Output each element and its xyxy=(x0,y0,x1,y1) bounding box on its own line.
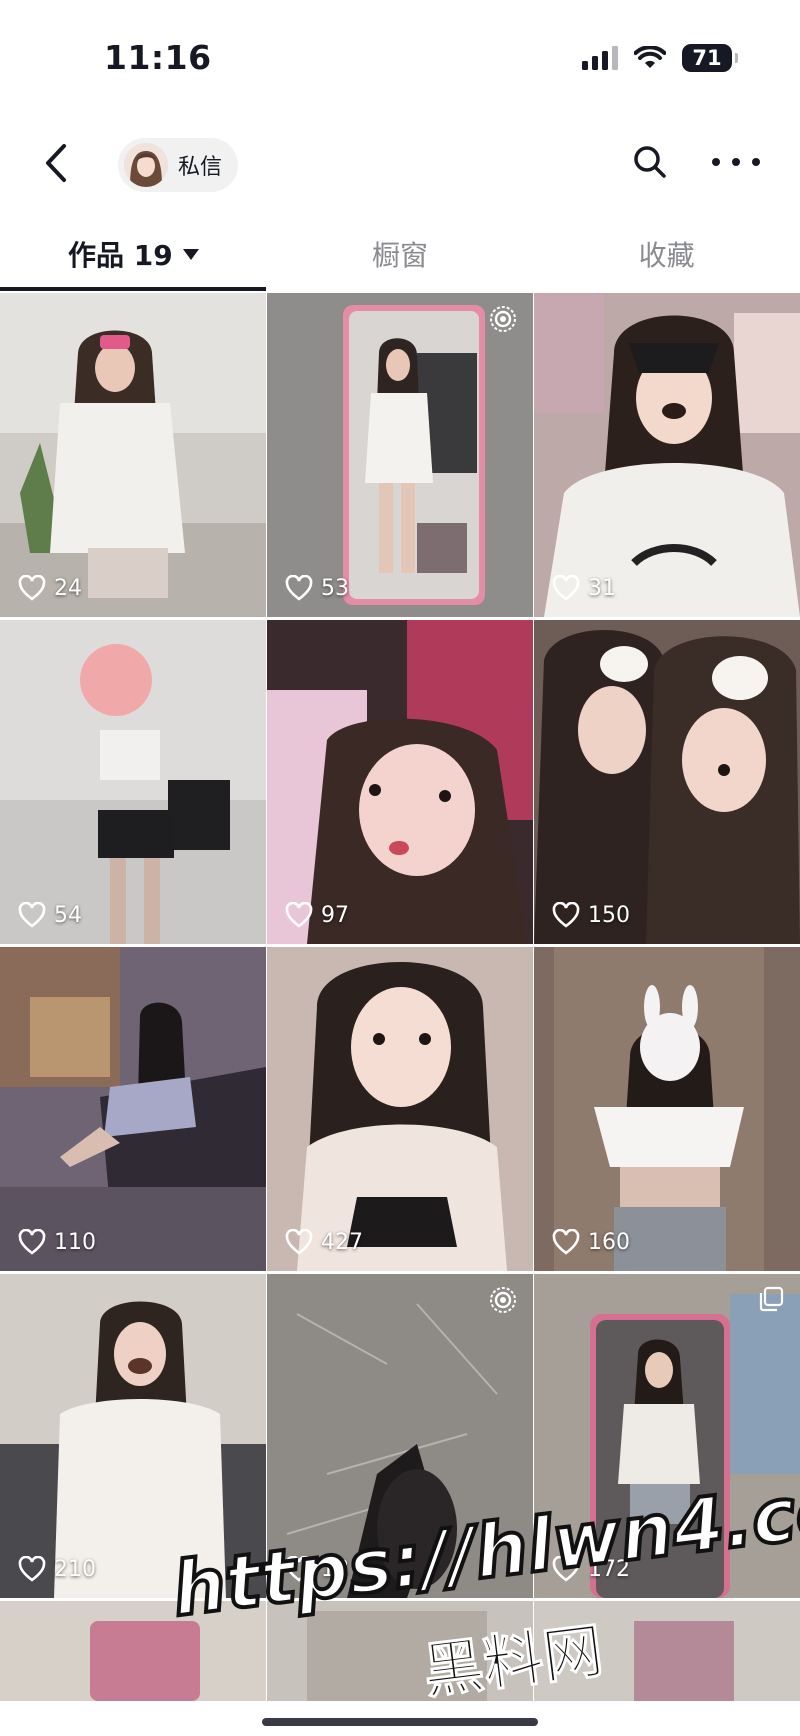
video-thumbnail[interactable]: 24 xyxy=(0,293,266,617)
search-button[interactable] xyxy=(630,142,670,182)
profile-header: 私信 xyxy=(0,118,800,214)
battery-icon: 71 xyxy=(682,44,738,72)
status-time: 11:16 xyxy=(104,38,212,77)
search-icon xyxy=(634,146,666,178)
tab-showcase[interactable]: 橱窗 xyxy=(267,214,534,294)
like-count: 53 xyxy=(285,575,349,601)
like-count: 427 xyxy=(285,1229,363,1255)
battery-level: 71 xyxy=(692,46,722,70)
video-thumbnail[interactable]: 53 xyxy=(267,293,533,617)
like-count: 24 xyxy=(18,575,82,601)
tab-works-label: 作品 19 xyxy=(67,239,173,272)
heart-icon xyxy=(285,902,313,928)
wifi-icon xyxy=(634,46,666,68)
video-cover-image xyxy=(267,620,533,944)
like-count: 150 xyxy=(552,902,630,928)
heart-icon xyxy=(18,1229,46,1255)
heart-icon xyxy=(552,902,580,928)
video-cover-image xyxy=(534,620,800,944)
multi-image-icon xyxy=(759,1286,784,1312)
status-icons: 71 xyxy=(582,42,738,74)
like-count: 31 xyxy=(552,575,616,601)
video-cover-image xyxy=(0,947,266,1271)
video-cover-image xyxy=(0,293,266,617)
avatar xyxy=(124,143,168,187)
more-icon xyxy=(712,158,720,166)
heart-icon xyxy=(285,1229,313,1255)
heart-icon xyxy=(18,902,46,928)
like-count: 54 xyxy=(18,902,82,928)
heart-icon xyxy=(552,1229,580,1255)
live-icon xyxy=(490,1287,516,1313)
video-thumbnail[interactable]: 54 xyxy=(0,620,266,944)
home-indicator xyxy=(262,1718,538,1726)
like-count: 97 xyxy=(285,902,349,928)
message-button[interactable]: 私信 xyxy=(118,138,239,192)
video-cover-image xyxy=(534,947,800,1271)
heart-icon xyxy=(18,575,46,601)
tab-favorites[interactable]: 收藏 xyxy=(533,214,800,294)
tab-showcase-label: 橱窗 xyxy=(372,239,429,272)
heart-icon xyxy=(18,1556,46,1582)
video-thumbnail[interactable]: 31 xyxy=(534,293,800,617)
status-bar: 11:16 71 xyxy=(0,0,800,118)
video-cover-image xyxy=(534,293,800,617)
back-button[interactable] xyxy=(36,138,76,188)
live-icon xyxy=(490,306,516,332)
video-thumbnail[interactable]: 97 xyxy=(267,620,533,944)
video-thumbnail[interactable]: 427 xyxy=(267,947,533,1271)
active-tab-indicator xyxy=(0,287,266,291)
dropdown-caret-icon xyxy=(182,248,199,260)
more-button[interactable] xyxy=(712,142,760,182)
like-count: 110 xyxy=(18,1229,96,1255)
heart-icon xyxy=(552,575,580,601)
cellular-signal-icon xyxy=(582,46,618,70)
video-cover-image xyxy=(0,620,266,944)
message-label: 私信 xyxy=(178,155,223,180)
video-cover-image xyxy=(267,293,533,617)
video-thumbnail[interactable]: 160 xyxy=(534,947,800,1271)
tab-works[interactable]: 作品 19 xyxy=(0,214,267,294)
like-count: 210 xyxy=(18,1556,96,1582)
like-count: 160 xyxy=(552,1229,630,1255)
tab-favorites-label: 收藏 xyxy=(638,239,695,272)
heart-icon xyxy=(285,575,313,601)
profile-tabs: 作品 19 橱窗 收藏 xyxy=(0,214,800,294)
back-icon xyxy=(46,144,66,182)
video-thumbnail[interactable]: 110 xyxy=(0,947,266,1271)
video-thumbnail[interactable]: 150 xyxy=(534,620,800,944)
video-cover-image xyxy=(267,947,533,1271)
